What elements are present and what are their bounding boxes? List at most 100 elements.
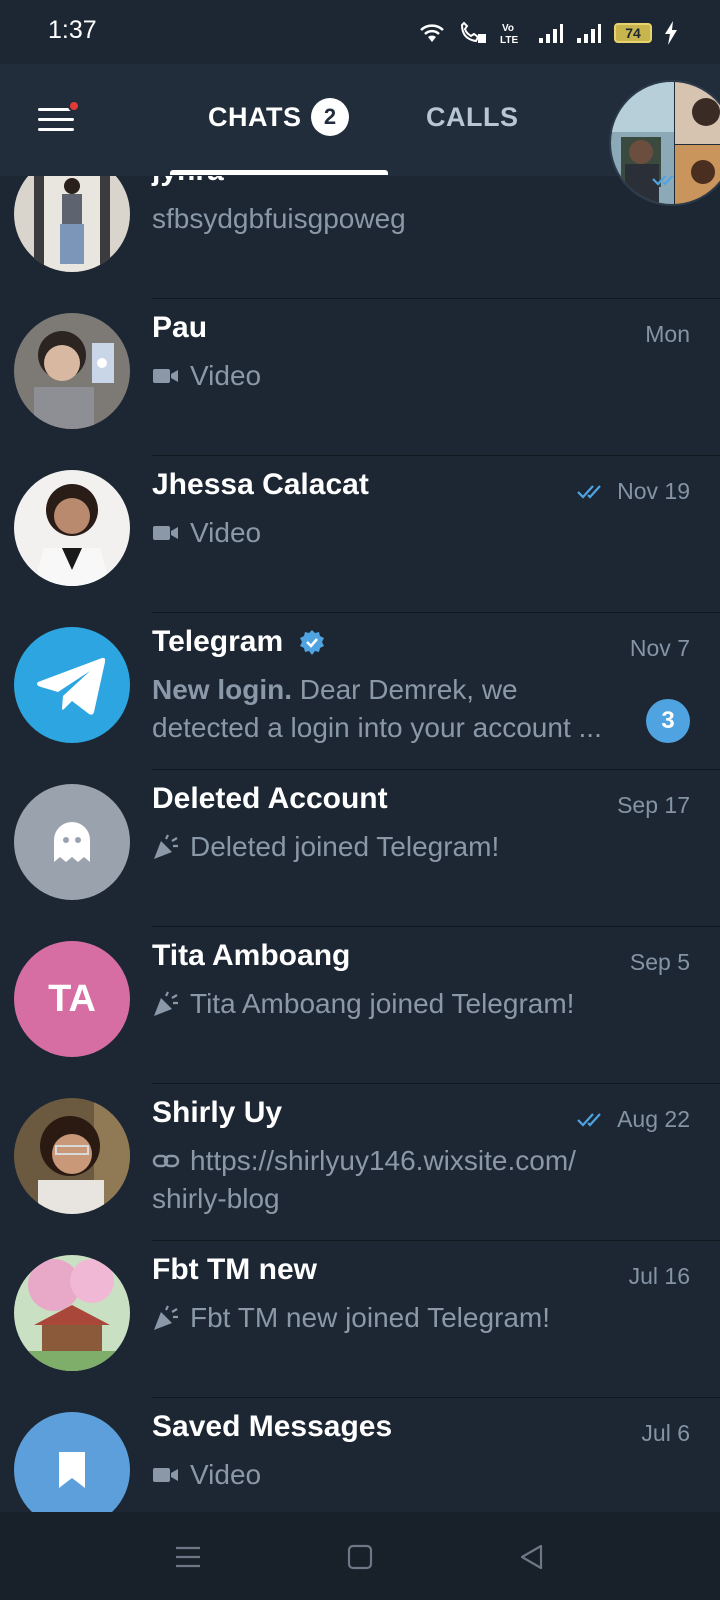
message-text: Video (190, 1459, 262, 1490)
message-text: Fbt TM new joined Telegram! (190, 1302, 551, 1333)
notification-dot (68, 100, 80, 112)
chat-date: Mon (645, 321, 690, 347)
chat-message-preview: Video (152, 1456, 642, 1494)
chat-name-row: Telegram (152, 625, 326, 659)
message-text: Deleted joined Telegram! (190, 831, 500, 862)
recents-menu-icon[interactable] (173, 1542, 203, 1572)
message-text: sfbsydgbfuisgpoweg (152, 203, 406, 234)
avatar (14, 1255, 130, 1371)
chat-item-fbt-tm-new[interactable]: Fbt TM new Jul 16 Fbt TM new joined Tele… (0, 1241, 720, 1398)
chat-item-pau[interactable]: Pau Mon Video (0, 299, 720, 456)
message-text: Dear Demrek, we (292, 674, 518, 705)
avatar: TA (14, 941, 130, 1057)
double-check-icon (577, 484, 601, 499)
chat-name: Saved Messages (152, 1410, 393, 1443)
chat-date-row: Nov 19 (577, 478, 690, 505)
menu-icon-line (38, 118, 74, 121)
svg-text:Vo: Vo (502, 23, 514, 34)
chat-message-preview: Tita Amboang joined Telegram! (152, 985, 642, 1023)
chat-name: Jhessa Calacat (152, 468, 369, 501)
chat-date: Sep 5 (629, 949, 690, 975)
chat-item-jhessa-calacat[interactable]: Jhessa Calacat Nov 19 Video (0, 456, 720, 613)
chat-list: jyhra sfbsydgbfuisgpoweg Pau Mon Vide (0, 176, 720, 1512)
chat-item-shirly-uy[interactable]: Shirly Uy Aug 22 https://shirlyuy146.wix… (0, 1084, 720, 1241)
video-icon (153, 1468, 178, 1482)
avatar (14, 627, 130, 743)
status-time: 1:37 (48, 16, 97, 44)
svg-text:LTE: LTE (500, 35, 518, 45)
chat-date: Sep 17 (617, 792, 690, 818)
signal-icon (539, 24, 563, 43)
avatar (14, 176, 130, 272)
message-text-line2[interactable]: shirly-blog (152, 1180, 280, 1218)
chat-message-preview: Video (152, 357, 642, 395)
chat-date-row: Aug 22 (577, 1106, 690, 1133)
message-text: Video (190, 360, 262, 391)
message-text[interactable]: https://shirlyuy146.wixsite.com/ (190, 1142, 576, 1180)
home-button-icon[interactable] (345, 1542, 375, 1572)
double-check-icon (652, 176, 674, 186)
chat-message-preview: Fbt TM new joined Telegram! (152, 1299, 642, 1337)
signal-icon (577, 24, 601, 43)
video-icon (153, 369, 178, 383)
chat-date: Jul 6 (641, 1420, 690, 1446)
chat-message-preview: https://shirlyuy146.wixsite.com/ shirly-… (152, 1142, 642, 1218)
chat-item-saved-messages[interactable]: Saved Messages Jul 6 Video (0, 1398, 720, 1512)
battery-icon: 74 (614, 23, 652, 43)
avatar (14, 1412, 130, 1512)
link-icon (152, 1154, 180, 1168)
chat-name: Pau (152, 311, 208, 344)
double-check-icon (577, 1112, 601, 1127)
telegram-logo-icon (37, 657, 106, 715)
message-bold-text: New login. (152, 674, 292, 705)
ghost-icon (54, 822, 90, 862)
chat-message-preview: sfbsydgbfuisgpoweg (152, 200, 642, 238)
chat-name: Fbt TM new (152, 1253, 317, 1286)
unread-count-badge: 3 (646, 699, 690, 743)
chat-item-tita-amboang[interactable]: TA Tita Amboang Sep 5 Tita Amboang joine… (0, 927, 720, 1084)
avatar (14, 1098, 130, 1214)
chat-item-deleted-account[interactable]: Deleted Account Sep 17 Deleted joined Te… (0, 770, 720, 927)
chat-name: Telegram (152, 625, 284, 658)
message-text: Tita Amboang joined Telegram! (190, 988, 575, 1019)
top-app-bar: CHATS 2 CALLS (0, 64, 720, 206)
tab-chats[interactable]: CHATS (208, 102, 302, 133)
verified-badge-icon (299, 630, 324, 656)
back-button-icon[interactable] (517, 1542, 547, 1572)
avatar (14, 784, 130, 900)
chat-name: jyhra (152, 176, 224, 188)
wifi-icon (420, 24, 444, 42)
chat-item-telegram[interactable]: Telegram Nov 7 New login. Dear Demrek, w… (0, 613, 720, 770)
chat-name: Shirly Uy (152, 1096, 283, 1129)
system-navigation-bar (0, 1512, 720, 1600)
party-icon (154, 991, 178, 1016)
chat-name: Tita Amboang (152, 939, 351, 972)
chat-message-preview: New login. Dear Demrek, we detected a lo… (152, 671, 622, 747)
message-text-line2: detected a login into your account ... (152, 712, 602, 743)
chats-unread-badge: 2 (311, 98, 349, 136)
status-icons: Vo LTE 74 (418, 20, 678, 46)
avatar-initials: TA (48, 977, 96, 1020)
chat-date: Nov 19 (617, 478, 690, 504)
bookmark-icon (59, 1452, 85, 1488)
chat-name: Deleted Account (152, 782, 388, 815)
menu-button[interactable] (36, 100, 80, 140)
avatar-photo (14, 176, 130, 272)
avatar (14, 313, 130, 429)
status-bar: 1:37 Vo LTE 74 (0, 0, 720, 64)
menu-icon-line (38, 128, 74, 131)
message-text: Video (190, 517, 262, 548)
tab-calls[interactable]: CALLS (426, 102, 519, 133)
chat-message-preview: Video (152, 514, 642, 552)
avatar-photo (14, 1255, 130, 1371)
volte-icon: VoLTE (500, 23, 518, 45)
chat-date: Jul 16 (628, 1263, 690, 1289)
chat-message-preview: Deleted joined Telegram! (152, 828, 642, 866)
chat-date: Aug 22 (617, 1106, 690, 1132)
wifi-calling-icon (460, 21, 486, 43)
chat-item-jyhra[interactable]: jyhra sfbsydgbfuisgpoweg (0, 176, 720, 299)
chat-date (652, 176, 690, 191)
active-tab-indicator (170, 170, 388, 175)
avatar-photo (14, 1098, 130, 1214)
chat-date: Nov 7 (629, 635, 690, 661)
